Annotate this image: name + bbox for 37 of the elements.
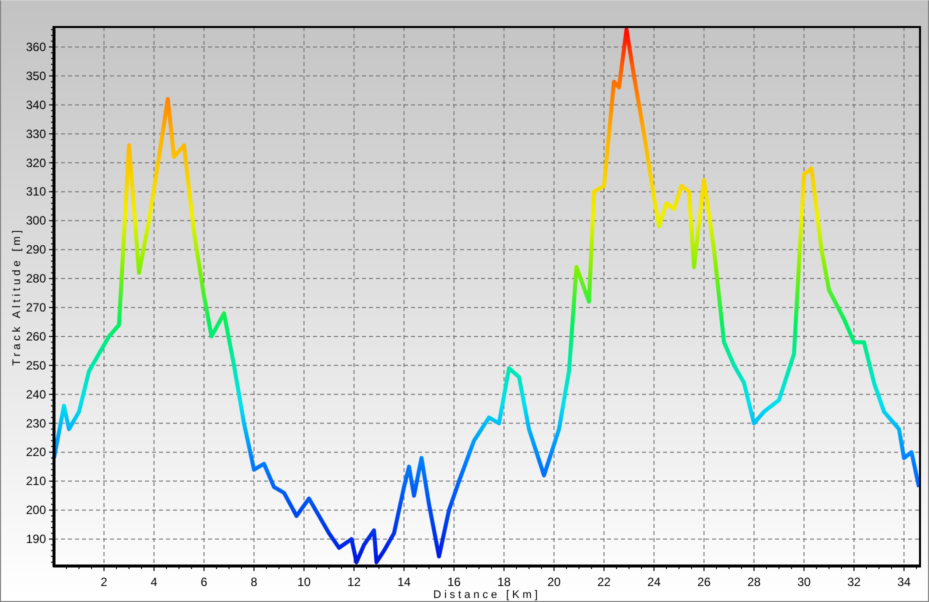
x-tick-label: 18 bbox=[497, 575, 511, 589]
y-tick-label: 280 bbox=[26, 272, 46, 286]
x-tick-label: 8 bbox=[250, 575, 258, 589]
y-tick-label: 310 bbox=[26, 184, 46, 199]
x-tick-label: 4 bbox=[150, 575, 158, 589]
x-tick-label: 22 bbox=[597, 575, 611, 589]
y-tick-label: 320 bbox=[26, 156, 46, 170]
x-tick-label: 24 bbox=[647, 575, 661, 589]
x-tick-label: 20 bbox=[547, 575, 561, 589]
y-tick-label: 360 bbox=[26, 40, 46, 54]
y-tick-label: 190 bbox=[26, 532, 46, 546]
x-tick-label: 28 bbox=[747, 575, 761, 589]
x-tick-label: 30 bbox=[797, 575, 811, 589]
y-tick-label: 350 bbox=[26, 68, 46, 83]
y-tick-label: 340 bbox=[26, 98, 46, 112]
x-tick-label: 12 bbox=[347, 575, 361, 589]
y-tick-label: 200 bbox=[26, 503, 46, 518]
y-tick-label: 270 bbox=[26, 300, 46, 314]
x-axis-title: Distance [Km] bbox=[433, 589, 541, 601]
y-tick-label: 220 bbox=[26, 445, 46, 460]
y-tick-label: 250 bbox=[26, 358, 46, 372]
x-tick-label: 16 bbox=[447, 575, 461, 589]
x-tick-label: 10 bbox=[297, 575, 311, 589]
x-tick-label: 34 bbox=[897, 575, 911, 589]
x-tick-label: 32 bbox=[847, 575, 861, 589]
x-tick-label: 6 bbox=[200, 575, 208, 589]
y-tick-label: 330 bbox=[26, 126, 46, 141]
y-tick-label: 300 bbox=[26, 214, 46, 228]
x-tick-label: 2 bbox=[100, 575, 108, 589]
y-axis-title: Track Altitude [m] bbox=[11, 227, 23, 366]
y-tick-label: 260 bbox=[26, 329, 46, 344]
y-tick-label: 210 bbox=[26, 474, 46, 488]
y-tick-label: 290 bbox=[26, 242, 46, 257]
y-tick-label: 240 bbox=[26, 387, 46, 402]
x-tick-label: 14 bbox=[397, 575, 411, 589]
x-tick-label: 26 bbox=[697, 575, 711, 589]
y-tick-label: 230 bbox=[26, 416, 46, 430]
